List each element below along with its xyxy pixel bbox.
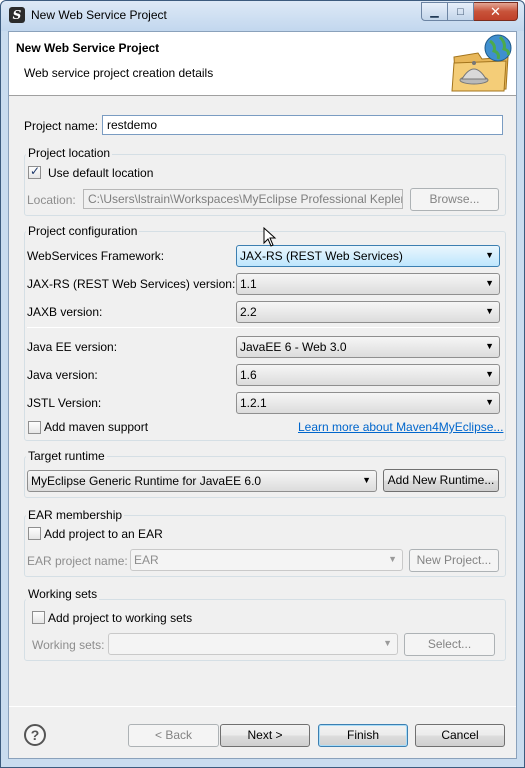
chevron-down-icon: ▼ [383, 638, 392, 648]
footer-separator [9, 706, 516, 707]
new-ear-project-button[interactable]: New Project... [409, 549, 499, 572]
javaee-version-value: JavaEE 6 - Web 3.0 [240, 340, 347, 354]
java-version-select[interactable]: 1.6 ▼ [236, 364, 500, 386]
javaee-version-select[interactable]: JavaEE 6 - Web 3.0 ▼ [236, 336, 500, 358]
jaxb-version-select[interactable]: 2.2 ▼ [236, 301, 500, 323]
chevron-down-icon: ▼ [485, 369, 494, 379]
jaxb-version-label: JAXB version: [27, 305, 103, 319]
framework-label: WebServices Framework: [27, 249, 165, 263]
mouse-pointer-icon [263, 227, 277, 247]
dialog-window: S New Web Service Project ▁ □ ✕ New Web … [0, 0, 525, 768]
ear-project-name-label: EAR project name: [27, 554, 128, 568]
dialog-client-area: New Web Service Project Web service proj… [8, 31, 517, 759]
add-to-working-sets-checkbox[interactable] [32, 611, 45, 624]
chevron-down-icon: ▼ [485, 278, 494, 288]
chevron-down-icon: ▼ [485, 306, 494, 316]
jaxrs-version-select[interactable]: 1.1 ▼ [236, 273, 500, 295]
help-icon[interactable]: ? [24, 724, 46, 746]
wizard-page-description: Web service project creation details [24, 66, 214, 80]
add-to-ear-checkbox[interactable] [28, 527, 41, 540]
java-version-label: Java version: [27, 368, 98, 382]
add-to-ear-label: Add project to an EAR [44, 527, 163, 541]
target-runtime-title: Target runtime [26, 449, 107, 463]
project-location-title: Project location [26, 146, 113, 160]
working-sets-label: Working sets: [32, 638, 105, 652]
framework-value: JAX-RS (REST Web Services) [240, 249, 403, 263]
wizard-page-title: New Web Service Project [16, 41, 160, 55]
jaxrs-version-label: JAX-RS (REST Web Services) version: [27, 277, 236, 291]
javaee-version-label: Java EE version: [27, 340, 118, 354]
target-runtime-value: MyEclipse Generic Runtime for JavaEE 6.0 [31, 474, 262, 488]
jaxb-version-value: 2.2 [240, 305, 257, 319]
chevron-down-icon: ▼ [388, 554, 397, 564]
chevron-down-icon: ▼ [485, 250, 494, 260]
jaxrs-version-value: 1.1 [240, 277, 257, 291]
window-title: New Web Service Project [31, 8, 167, 22]
configuration-separator [27, 327, 500, 328]
use-default-location-checkbox[interactable] [28, 164, 41, 179]
minimize-icon: ▁ [430, 6, 439, 18]
close-icon: ✕ [490, 3, 501, 19]
ear-project-name-select[interactable]: EAR ▼ [130, 549, 403, 571]
java-version-value: 1.6 [240, 368, 257, 382]
working-sets-title: Working sets [26, 587, 100, 601]
jstl-version-label: JSTL Version: [27, 396, 102, 410]
chevron-down-icon: ▼ [485, 341, 494, 351]
jstl-version-select[interactable]: 1.2.1 ▼ [236, 392, 500, 414]
add-new-runtime-button[interactable]: Add New Runtime... [383, 469, 499, 492]
maximize-icon: □ [457, 5, 464, 18]
add-maven-support-checkbox[interactable] [28, 421, 41, 434]
target-runtime-select[interactable]: MyEclipse Generic Runtime for JavaEE 6.0… [27, 470, 377, 492]
project-configuration-title: Project configuration [26, 224, 140, 238]
framework-select[interactable]: JAX-RS (REST Web Services) ▼ [236, 245, 500, 267]
chevron-down-icon: ▼ [485, 397, 494, 407]
finish-button[interactable]: Finish [318, 724, 408, 747]
use-default-location-label: Use default location [48, 166, 154, 180]
select-working-sets-button[interactable]: Select... [404, 633, 495, 656]
chevron-down-icon: ▼ [362, 475, 371, 485]
maximize-button[interactable]: □ [448, 2, 474, 21]
project-name-label: Project name: [24, 119, 99, 133]
location-label: Location: [27, 193, 76, 207]
myeclipse-icon: S [9, 7, 25, 23]
working-sets-select[interactable]: ▼ [108, 633, 398, 655]
window-controls: ▁ □ ✕ [421, 2, 518, 21]
back-button[interactable]: < Back [128, 724, 219, 747]
title-bar[interactable]: S New Web Service Project ▁ □ ✕ [1, 1, 524, 31]
add-to-working-sets-label: Add project to working sets [48, 611, 193, 625]
wizard-banner: New Web Service Project Web service proj… [9, 32, 516, 96]
next-button[interactable]: Next > [220, 724, 310, 747]
ear-project-name-value: EAR [134, 553, 159, 567]
maven-learn-more-link[interactable]: Learn more about Maven4MyEclipse... [298, 420, 503, 434]
project-name-input[interactable]: restdemo [102, 115, 503, 135]
minimize-button[interactable]: ▁ [421, 2, 448, 21]
browse-button[interactable]: Browse... [410, 188, 499, 211]
add-maven-support-label: Add maven support [44, 420, 149, 434]
location-input[interactable]: C:\Users\lstrain\Workspaces\MyEclipse Pr… [83, 189, 403, 209]
web-service-globe-icon [451, 34, 512, 92]
jstl-version-value: 1.2.1 [240, 396, 267, 410]
cancel-button[interactable]: Cancel [415, 724, 505, 747]
close-button[interactable]: ✕ [474, 2, 518, 21]
ear-membership-title: EAR membership [26, 508, 125, 522]
